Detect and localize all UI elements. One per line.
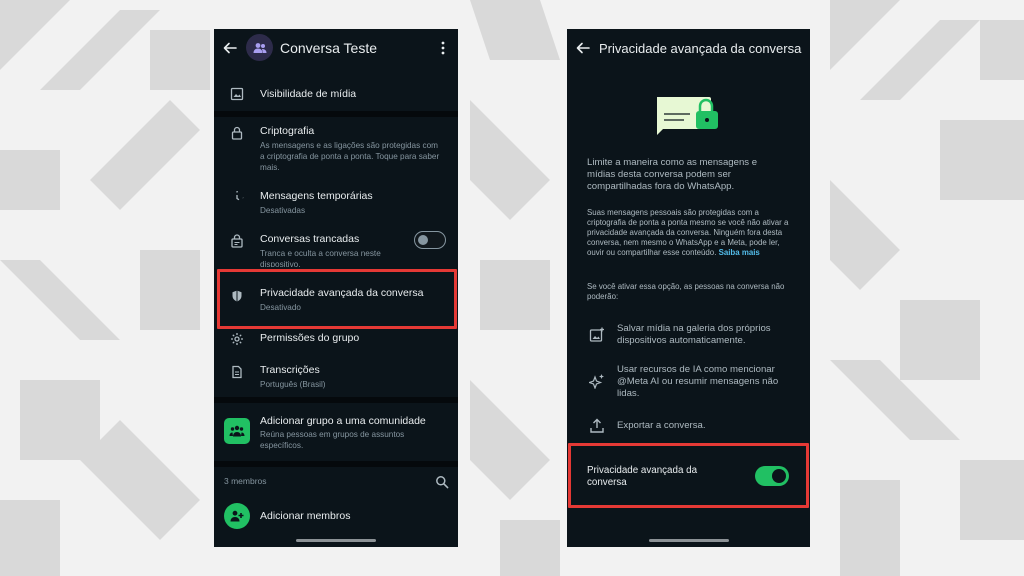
locked-chat-icon (231, 234, 243, 248)
row-title: Permissões do grupo (260, 332, 360, 344)
home-indicator (296, 539, 376, 542)
row-subtitle: Tranca e oculta a conversa neste disposi… (260, 249, 381, 267)
image-icon (230, 87, 244, 101)
restriction-save-media: Salvar mídia na galeria dos próprios dis… (617, 323, 771, 346)
top-app-bar: Conversa Teste (214, 29, 458, 67)
group-avatar[interactable] (246, 34, 273, 61)
description-lead: Limite a maneira como as mensagens e míd… (587, 157, 758, 192)
row-subtitle: Português (Brasil) (260, 380, 326, 389)
gear-icon (231, 333, 243, 345)
lock-icon (231, 126, 243, 140)
row-title: Criptografia (260, 125, 315, 137)
background-pattern (0, 0, 1024, 576)
learn-more-link[interactable]: Saiba mais (719, 248, 760, 257)
row-title: Visibilidade de mídia (260, 88, 357, 100)
arrow-left-icon[interactable] (576, 41, 590, 55)
row-title: Mensagens temporárias (260, 190, 373, 202)
section-divider (214, 461, 458, 467)
description-body: Suas mensagens pessoais são protegidas c… (587, 208, 792, 258)
screen-title: Privacidade avançada da conversa (599, 41, 802, 56)
locked-chat-bubble-icon (657, 97, 718, 135)
highlight-box (217, 269, 457, 329)
row-subtitle: Desativadas (260, 206, 306, 215)
export-icon (590, 418, 604, 433)
section-divider (214, 111, 458, 117)
row-title: Conversas trancadas (260, 233, 360, 245)
locked-chat-toggle[interactable] (414, 231, 446, 249)
highlight-box (568, 443, 809, 508)
save-media-icon (589, 327, 604, 342)
restriction-export: Exportar a conversa. (617, 420, 706, 431)
group-info-screen: Conversa Teste Visibilidade de mídia Cri… (214, 29, 458, 547)
members-count: 3 membros (224, 476, 267, 486)
chat-title[interactable]: Conversa Teste (280, 40, 377, 56)
group-avatar-icon (253, 42, 266, 53)
add-person-icon (224, 503, 250, 529)
row-subtitle: As mensagens e as ligações são protegida… (260, 141, 440, 172)
transcript-icon (232, 365, 242, 379)
arrow-left-icon[interactable] (223, 41, 237, 55)
timer-icon (236, 191, 244, 201)
ai-sparkle-icon (589, 374, 604, 389)
community-subtitle: Reúna pessoas em grupos de assuntos espe… (260, 430, 405, 450)
community-icon (224, 418, 250, 444)
kebab-menu-icon[interactable] (440, 41, 446, 55)
section-divider (214, 397, 458, 403)
home-indicator (649, 539, 729, 542)
restriction-ai-features: Usar recursos de IA como mencionar @Meta… (617, 364, 779, 399)
restrictions-intro: Se você ativar essa opção, as pessoas na… (587, 282, 785, 301)
toggle-knob (418, 235, 428, 245)
add-members-label: Adicionar membros (260, 510, 351, 522)
row-title: Transcrições (260, 364, 320, 376)
advanced-privacy-screen: Privacidade avançada da conversa Limite … (567, 29, 810, 547)
community-title: Adicionar grupo a uma comunidade (260, 415, 426, 427)
search-icon[interactable] (435, 475, 449, 489)
